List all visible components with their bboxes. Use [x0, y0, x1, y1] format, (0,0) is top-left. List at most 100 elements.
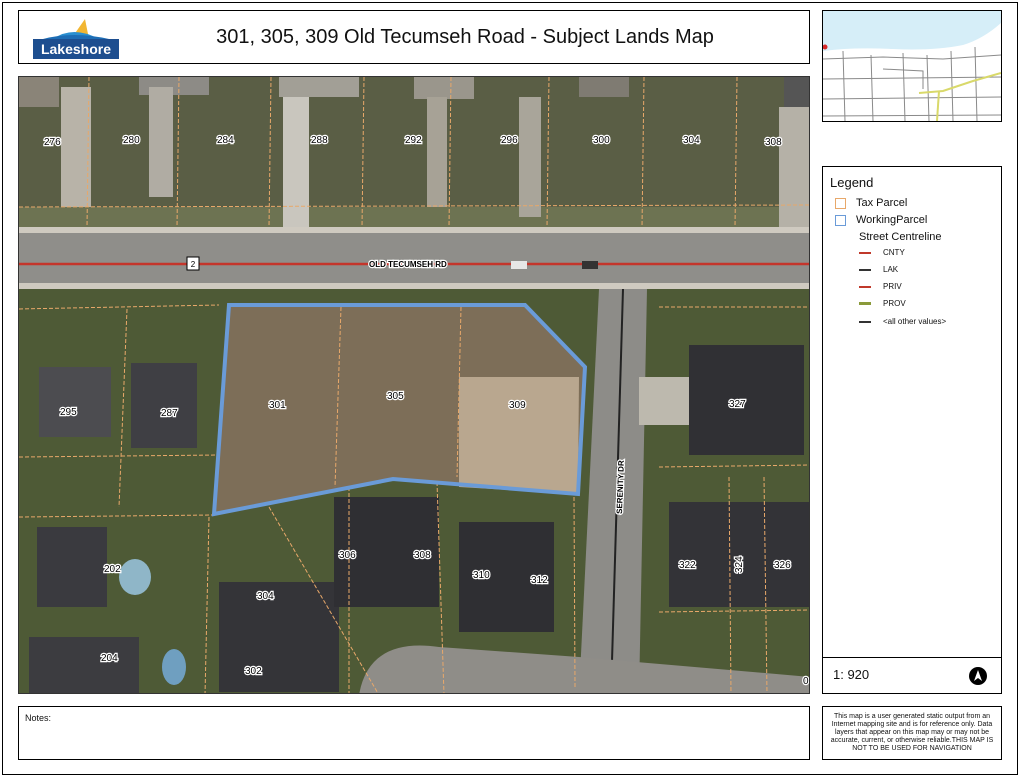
overview-canvas	[822, 11, 1002, 122]
house-roof	[669, 502, 809, 607]
page-title: 301, 305, 309 Old Tecumseh Road - Subjec…	[216, 26, 714, 48]
legend-street-lak: LAK	[859, 265, 898, 274]
driveway	[519, 97, 541, 217]
north-lots-area	[19, 77, 809, 227]
legend-street-label: CNTY	[883, 248, 905, 257]
legend-panel: Legend Tax Parcel WorkingParcel Street C…	[822, 166, 1002, 694]
logo-text: Lakeshore	[33, 39, 119, 59]
lakeshore-logo: Lakeshore	[33, 17, 119, 59]
north-sidewalk	[19, 227, 809, 233]
overview-highlight-road	[918, 72, 1002, 94]
prov-line-icon	[859, 302, 871, 305]
driveway	[61, 87, 91, 207]
road-label-serenity: SERENITY DR	[615, 460, 626, 514]
disclaimer-text: This map is a user generated static outp…	[830, 713, 994, 752]
parcel-label[interactable]: 310	[472, 569, 492, 583]
house-roof	[39, 367, 111, 437]
parcel-label[interactable]: 280	[122, 134, 142, 148]
house-roof	[414, 77, 474, 99]
notes-box[interactable]: Notes:	[18, 706, 810, 760]
parcel-label[interactable]: 295	[59, 406, 79, 420]
parcel-label[interactable]: 327	[728, 398, 748, 412]
parcel-label[interactable]: 276	[43, 136, 63, 150]
driveway	[283, 97, 309, 227]
road-shield-number: 2	[191, 260, 196, 269]
parcel-label[interactable]: 306	[338, 549, 358, 563]
lak-line-icon	[859, 268, 871, 271]
legend-street-cnty: CNTY	[859, 248, 905, 257]
title-box: Lakeshore 301, 305, 309 Old Tecumseh Roa…	[18, 10, 810, 64]
car	[511, 261, 527, 269]
legend-street-label: PROV	[883, 299, 906, 308]
working-parcel-swatch-icon	[835, 214, 846, 226]
legend-item-tax-parcel: Tax Parcel	[835, 197, 907, 209]
logo-sail-icon	[43, 19, 109, 39]
legend-street-label: PRIV	[883, 282, 902, 291]
cnty-line-icon	[859, 251, 871, 254]
legend-street-label: <all other values>	[883, 317, 947, 326]
house-roof	[579, 77, 629, 97]
pool	[162, 649, 186, 685]
parcel-label[interactable]: 322	[678, 559, 698, 573]
tax-parcel-swatch-icon	[835, 197, 846, 209]
parcel-label[interactable]: 324	[733, 555, 747, 575]
disclaimer-box: This map is a user generated static outp…	[822, 706, 1002, 760]
road-label-old-tecumseh: OLD TECUMSEH RD	[369, 260, 447, 269]
parcel-label[interactable]: 312	[530, 574, 550, 588]
driveway	[149, 87, 173, 197]
parcel-label[interactable]: 284	[216, 134, 236, 148]
parcel-label[interactable]: 326	[773, 559, 793, 573]
lake-area	[823, 11, 1001, 51]
house-roof	[19, 77, 59, 107]
subject-parcel-label[interactable]: 305	[386, 390, 406, 404]
parcel-label[interactable]: 204	[100, 652, 120, 666]
house-roof	[219, 582, 339, 692]
cleared-soil	[459, 377, 579, 494]
parcel-label[interactable]: 300	[592, 134, 612, 148]
house-roof	[131, 363, 197, 448]
parcel-label[interactable]: 296	[500, 134, 520, 148]
legend-street-prov: PROV	[859, 299, 906, 308]
legend-item-working-parcel: WorkingParcel	[835, 214, 927, 226]
driveway	[639, 377, 689, 425]
parcel-label[interactable]: 292	[404, 134, 424, 148]
house-roof	[37, 527, 107, 607]
parcel-label[interactable]: 308	[764, 136, 784, 150]
driveway	[779, 107, 809, 227]
main-map[interactable]: 2 OLD TECUMSEH RD SERENITY DR 276 280 28…	[18, 76, 810, 694]
parcel-label[interactable]: 288	[310, 134, 330, 148]
subject-parcel-label[interactable]: 301	[268, 399, 288, 413]
parcel-label[interactable]: 202	[103, 563, 123, 577]
legend-street-priv: PRIV	[859, 282, 902, 291]
priv-line-icon	[859, 285, 871, 288]
legend-street-heading: Street Centreline	[859, 231, 942, 243]
overview-highlight-road	[936, 90, 940, 122]
south-sidewalk	[19, 283, 809, 289]
notes-label: Notes:	[25, 713, 52, 723]
edge-mark: 0	[803, 676, 809, 687]
driveway	[427, 97, 447, 207]
map-scale: 1: 920	[833, 667, 870, 682]
legend-street-label: LAK	[883, 265, 899, 274]
scale-divider	[823, 657, 1001, 658]
parcel-label[interactable]: 287	[160, 407, 180, 421]
legend-item-label: WorkingParcel	[856, 214, 928, 226]
legend-title: Legend	[830, 175, 874, 190]
legend-street-other: <all other values>	[859, 317, 946, 326]
parcel-label[interactable]: 308	[413, 549, 433, 563]
overview-roads	[822, 46, 1002, 122]
house-roof	[29, 637, 139, 693]
north-arrow-icon	[969, 667, 987, 685]
house-roof	[279, 77, 359, 97]
parcel-label[interactable]: 304	[256, 590, 276, 604]
map-canvas[interactable]: 2 OLD TECUMSEH RD SERENITY DR 276 280 28…	[19, 77, 810, 694]
other-line-icon	[859, 320, 871, 323]
parcel-label[interactable]: 302	[244, 665, 264, 679]
subject-parcel-label[interactable]: 309	[508, 399, 528, 413]
overview-map[interactable]	[822, 10, 1002, 122]
old-tecumseh-road	[19, 233, 809, 283]
house-roof	[784, 77, 809, 107]
car	[582, 261, 598, 269]
parcel-label[interactable]: 304	[682, 134, 702, 148]
legend-item-label: Tax Parcel	[856, 197, 908, 209]
